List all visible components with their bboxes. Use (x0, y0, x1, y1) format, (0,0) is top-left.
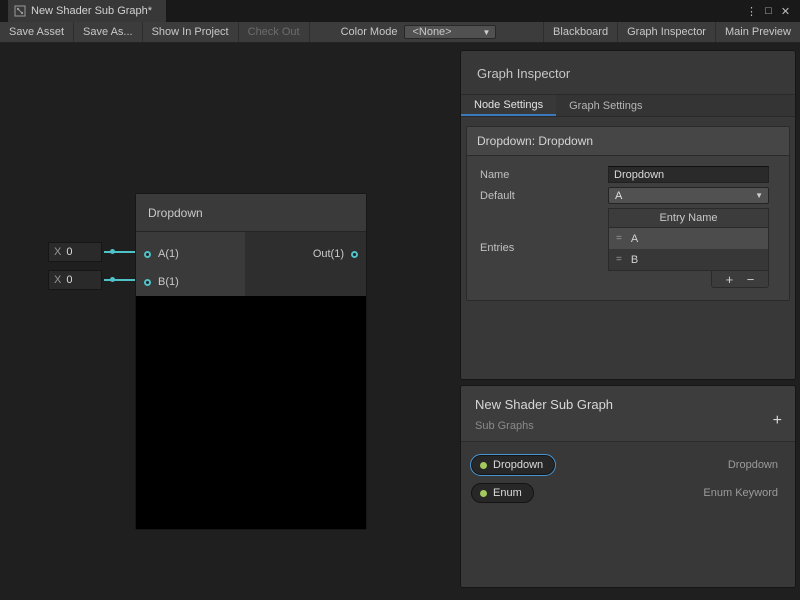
property-type: Enum Keyword (703, 487, 778, 499)
entry-b-name: B (631, 254, 638, 266)
port-out-icon[interactable] (351, 251, 358, 258)
port-row-a: A(1) (136, 240, 245, 268)
node-title[interactable]: Dropdown (136, 194, 366, 232)
default-value: A (615, 190, 622, 202)
blackboard-row-dropdown: Dropdown Dropdown (461, 451, 795, 479)
add-property-button[interactable]: + (773, 412, 782, 430)
window-menu-icon[interactable]: ⋮ (743, 5, 760, 18)
input-a-value-field[interactable]: X 0 (48, 242, 102, 262)
tab-node-settings[interactable]: Node Settings (461, 95, 556, 116)
entries-header: Entry Name (609, 209, 768, 228)
toolbar-toggles: Blackboard Graph Inspector Main Preview (543, 22, 800, 42)
graph-inspector-toggle-button[interactable]: Graph Inspector (617, 22, 715, 42)
property-name: Enum (493, 487, 522, 499)
unity-shader-graph-window: New Shader Sub Graph* ⋮ □ ✕ Save Asset S… (0, 0, 800, 600)
drag-handle-icon[interactable]: = (616, 254, 622, 265)
port-out-label: Out(1) (313, 248, 344, 260)
property-name: Dropdown (493, 459, 543, 471)
edge-a-dot (110, 249, 115, 254)
maximize-icon[interactable]: □ (760, 5, 777, 17)
input-a-value: 0 (66, 246, 72, 258)
entries-label: Entries (480, 208, 608, 288)
save-asset-button[interactable]: Save Asset (0, 22, 74, 42)
graph-inspector-panel: Graph Inspector Node Settings Graph Sett… (460, 50, 796, 380)
entries-field-row: Entries Entry Name = A = B (480, 208, 769, 288)
add-entry-button[interactable]: + (726, 273, 734, 286)
input-b-value: 0 (66, 274, 72, 286)
default-dropdown[interactable]: A ▼ (608, 187, 769, 204)
entries-list-controls: + − (711, 271, 769, 288)
node-port-area: A(1) B(1) Out(1) (136, 232, 366, 296)
tab-graph-settings[interactable]: Graph Settings (556, 95, 655, 116)
show-in-project-button[interactable]: Show In Project (143, 22, 239, 42)
input-b-axis-label: X (49, 274, 66, 286)
titlebar: New Shader Sub Graph* ⋮ □ ✕ (0, 0, 800, 22)
default-label: Default (480, 190, 608, 202)
chevron-down-icon: ▼ (483, 28, 491, 37)
chevron-down-icon: ▼ (755, 191, 763, 200)
property-pill-dropdown[interactable]: Dropdown (471, 455, 555, 475)
main-preview-toggle-button[interactable]: Main Preview (715, 22, 800, 42)
port-a-icon[interactable] (144, 251, 151, 258)
toolbar: Save Asset Save As... Show In Project Ch… (0, 22, 800, 43)
blackboard-header: New Shader Sub Graph Sub Graphs + (461, 386, 795, 442)
exposed-dot-icon (480, 462, 487, 469)
tab-title: New Shader Sub Graph* (31, 5, 152, 17)
save-as-button[interactable]: Save As... (74, 22, 143, 42)
node-settings-section: Dropdown: Dropdown Name Dropdown Default… (466, 126, 790, 301)
name-label: Name (480, 169, 608, 181)
entry-row-b[interactable]: = B (609, 249, 768, 270)
check-out-button: Check Out (239, 22, 310, 42)
input-b-value-field[interactable]: X 0 (48, 270, 102, 290)
graph-inspector-title: Graph Inspector (461, 51, 795, 94)
inspector-tabs: Node Settings Graph Settings (461, 94, 795, 117)
port-b-icon[interactable] (144, 279, 151, 286)
blackboard-panel: New Shader Sub Graph Sub Graphs + Dropdo… (460, 385, 796, 588)
entries-list: Entry Name = A = B (608, 208, 769, 288)
name-input[interactable]: Dropdown (608, 166, 769, 183)
drag-handle-icon[interactable]: = (616, 233, 622, 244)
property-pill-enum[interactable]: Enum (471, 483, 534, 503)
exposed-dot-icon (480, 490, 487, 497)
color-mode-label: Color Mode (334, 22, 405, 42)
entry-row-a[interactable]: = A (609, 228, 768, 249)
blackboard-toggle-button[interactable]: Blackboard (543, 22, 617, 42)
blackboard-body: Dropdown Dropdown Enum Enum Keyword (461, 442, 795, 507)
entry-a-name: A (631, 233, 638, 245)
remove-entry-button[interactable]: − (747, 273, 755, 286)
blackboard-row-enum: Enum Enum Keyword (461, 479, 795, 507)
blackboard-subtitle: Sub Graphs (475, 420, 781, 432)
node-input-ports: A(1) B(1) (136, 232, 245, 296)
close-icon[interactable]: ✕ (777, 5, 794, 18)
port-row-b: B(1) (136, 268, 245, 296)
port-a-label: A(1) (158, 248, 179, 260)
edge-b-dot (110, 277, 115, 282)
section-body: Name Dropdown Default A ▼ (467, 156, 789, 300)
color-mode-value: <None> (412, 26, 451, 38)
name-field-row: Name Dropdown (480, 166, 769, 183)
property-type: Dropdown (728, 459, 778, 471)
port-b-label: B(1) (158, 276, 179, 288)
section-title: Dropdown: Dropdown (467, 127, 789, 156)
port-row-out: Out(1) (313, 240, 366, 268)
default-field-row: Default A ▼ (480, 187, 769, 204)
node-preview (136, 296, 366, 529)
input-a-axis-label: X (49, 246, 66, 258)
window-controls: ⋮ □ ✕ (743, 0, 800, 22)
shader-graph-icon (14, 5, 26, 17)
dropdown-node[interactable]: Dropdown A(1) B(1) Out(1) (135, 193, 367, 530)
color-mode-dropdown[interactable]: <None> ▼ (404, 25, 496, 39)
graph-canvas[interactable]: X 0 X 0 Dropdown A(1) B(1) (0, 43, 800, 600)
blackboard-title: New Shader Sub Graph (475, 397, 781, 412)
document-tab[interactable]: New Shader Sub Graph* (8, 0, 166, 22)
